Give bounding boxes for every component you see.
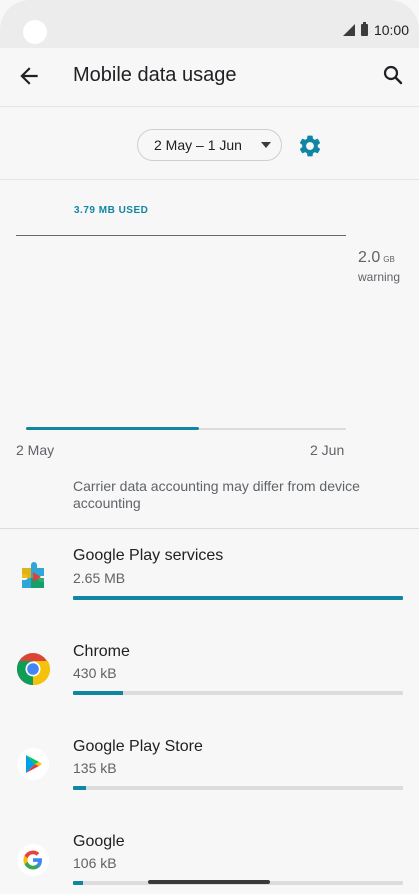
page-title: Mobile data usage <box>73 64 237 86</box>
chart-end-date: 2 Jun <box>310 442 345 458</box>
app-name: Chrome <box>73 643 130 660</box>
carrier-note: Carrier data accounting may differ from … <box>73 478 360 511</box>
app-size: 430 kB <box>73 665 117 681</box>
app-row-google-play-services[interactable]: Google Play services 2.65 MB <box>0 530 419 625</box>
billing-cycle-row: 2 May – 1 Jun <box>0 106 419 180</box>
app-size: 2.65 MB <box>73 570 126 586</box>
app-usage-bar <box>73 691 403 695</box>
dropdown-caret-icon <box>261 142 271 148</box>
warning-label: warning <box>358 270 401 284</box>
app-usage-bar-fill <box>73 786 87 790</box>
data-used-label: 3.79 MB USED <box>74 205 149 216</box>
battery-icon <box>360 22 368 36</box>
section-divider <box>0 528 419 529</box>
home-indicator[interactable] <box>148 880 270 884</box>
back-arrow-icon[interactable] <box>16 63 42 89</box>
status-bar: 10:00 <box>0 0 419 48</box>
app-name: Google Play Store <box>73 738 203 755</box>
app-usage-bar-fill <box>73 881 83 885</box>
billing-cycle-dropdown[interactable]: 2 May – 1 Jun <box>137 129 282 161</box>
app-size: 106 kB <box>73 855 117 871</box>
app-size: 135 kB <box>73 760 117 776</box>
chart-start-date: 2 May <box>16 442 55 458</box>
settings-gear-icon[interactable] <box>297 133 323 159</box>
phone-screen: 10:00 Mobile data usage 2 May – 1 Jun 3.… <box>0 0 419 894</box>
app-usage-bar-fill <box>73 691 123 695</box>
signal-icon <box>342 24 355 36</box>
app-name: Google <box>73 833 125 850</box>
app-usage-bar <box>73 786 403 790</box>
usage-line <box>26 427 199 430</box>
play-services-icon <box>22 562 44 588</box>
google-icon <box>17 844 49 876</box>
camera-cutout <box>23 20 47 44</box>
play-store-icon <box>17 748 49 780</box>
warning-limit-line <box>16 235 346 236</box>
warning-unit: GB <box>383 255 395 264</box>
app-name: Google Play services <box>73 547 224 564</box>
status-time: 10:00 <box>373 22 409 38</box>
app-usage-bar <box>73 596 403 600</box>
app-usage-bar-fill <box>73 596 403 600</box>
app-bar: Mobile data usage <box>0 48 419 107</box>
search-icon[interactable] <box>381 63 405 87</box>
billing-cycle-label: 2 May – 1 Jun <box>154 137 242 153</box>
warning-number: 2.0 <box>358 249 381 266</box>
app-row-google-play-store[interactable]: Google Play Store 135 kB <box>0 720 419 815</box>
app-row-chrome[interactable]: Chrome 430 kB <box>0 625 419 720</box>
status-indicators: 10:00 <box>342 22 409 38</box>
chrome-icon <box>16 653 50 686</box>
warning-value: 2.0 GB <box>358 249 395 267</box>
